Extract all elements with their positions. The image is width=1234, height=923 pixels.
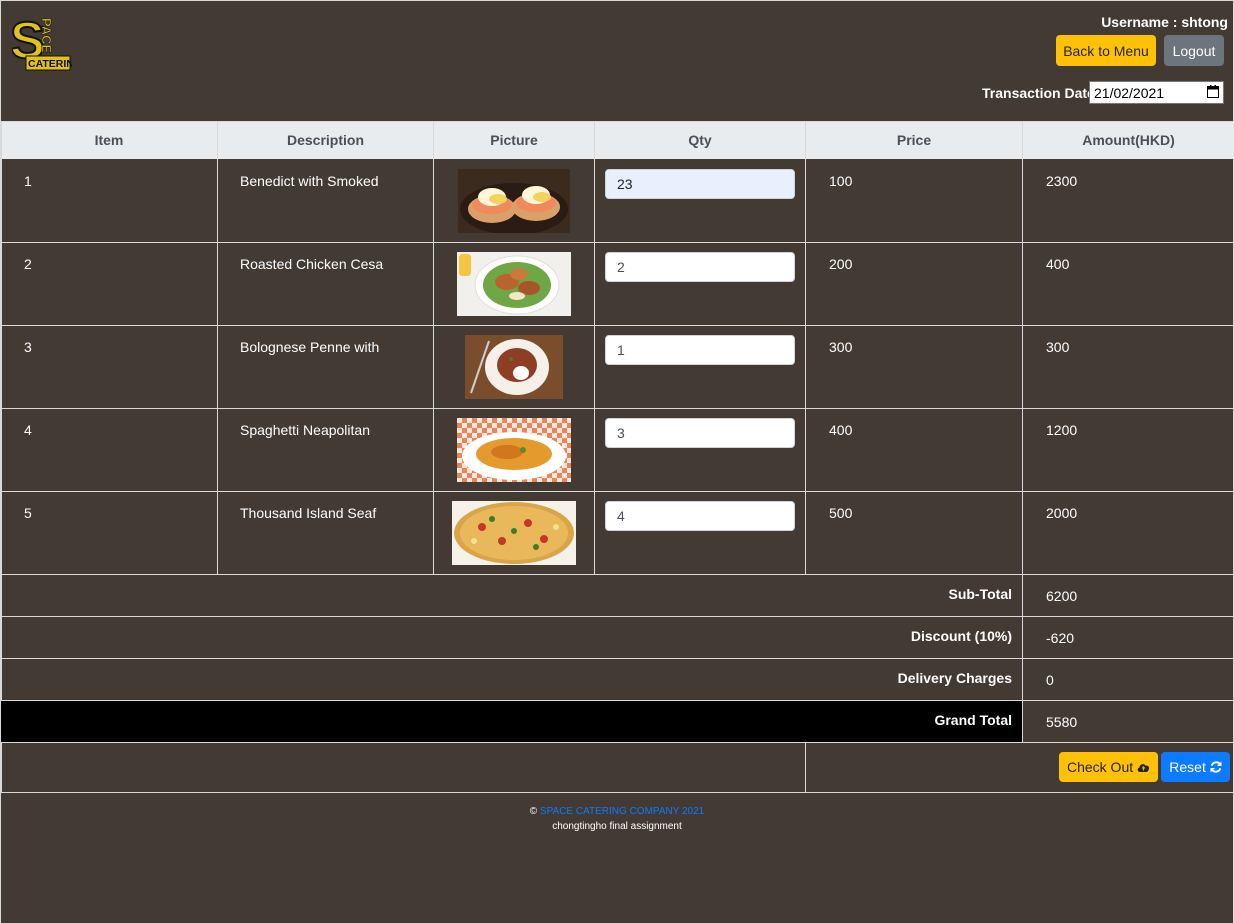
item-description: Benedict with Smoked xyxy=(240,173,379,189)
grid-line xyxy=(1,325,1234,326)
item-number: 3 xyxy=(24,339,32,355)
item-number: 5 xyxy=(24,505,32,521)
item-price: 200 xyxy=(829,256,853,272)
grid-line xyxy=(1,742,1234,743)
company-link[interactable]: SPACE CATERING COMPANY 2021 xyxy=(540,806,704,817)
reset-button[interactable]: Reset xyxy=(1161,752,1230,782)
qty-input[interactable] xyxy=(605,418,795,448)
item-description: Spaghetti Neapolitan xyxy=(240,422,370,438)
grid-line xyxy=(805,121,806,574)
grid-line xyxy=(805,742,806,792)
item-amount: 400 xyxy=(1046,256,1070,272)
item-amount: 300 xyxy=(1046,339,1070,355)
cloud-upload-icon xyxy=(1137,764,1150,772)
grid-line xyxy=(594,121,595,574)
grid-line xyxy=(1,792,1234,793)
grid-line xyxy=(1,121,1234,122)
username-label: Username : shtong xyxy=(1101,14,1228,30)
item-description: Bolognese Penne with xyxy=(240,339,380,355)
transaction-date-input[interactable]: 21/02/2021 xyxy=(1089,81,1224,104)
grid-line xyxy=(1,121,2,792)
delivery-charges-label: Delivery Charges xyxy=(897,670,1012,686)
item-description: Thousand Island Seaf xyxy=(240,505,377,521)
check-out-label: Check Out xyxy=(1066,759,1134,775)
item-amount: 1200 xyxy=(1046,422,1078,438)
grid-line xyxy=(1,408,1234,409)
svg-text:PACE: PACE xyxy=(39,18,54,53)
refresh-icon xyxy=(1210,761,1222,773)
calendar-icon[interactable] xyxy=(1207,85,1219,98)
grid-line xyxy=(1,491,1234,492)
space-catering-logo: S PACE CATERING xyxy=(12,10,72,74)
copyright-symbol: © xyxy=(529,806,538,817)
spaghetti-photo xyxy=(457,418,571,482)
item-amount: 2300 xyxy=(1046,173,1078,189)
grand-total-band xyxy=(1,701,1022,742)
transaction-date-value: 21/02/2021 xyxy=(1094,85,1165,101)
grid-line xyxy=(1,658,1234,659)
check-out-button[interactable]: Check Out xyxy=(1059,752,1158,782)
bolognese-penne-photo xyxy=(465,335,563,399)
col-header-price: Price xyxy=(896,132,932,148)
item-price: 400 xyxy=(829,422,853,438)
item-price: 100 xyxy=(829,173,853,189)
item-price: 500 xyxy=(829,505,853,521)
col-header-description: Description xyxy=(286,132,364,148)
item-amount: 2000 xyxy=(1046,505,1078,521)
qty-input[interactable] xyxy=(605,169,795,199)
col-header-picture: Picture xyxy=(490,132,538,148)
item-description: Roasted Chicken Cesa xyxy=(240,256,384,272)
delivery-charges-value: 0 xyxy=(1046,672,1054,688)
eggs-benedict-photo xyxy=(458,169,570,233)
seafood-pizza-photo xyxy=(452,501,576,565)
col-header-qty: Qty xyxy=(688,132,712,148)
subtotal-label: Sub-Total xyxy=(948,586,1012,602)
grand-total-value: 5580 xyxy=(1046,714,1078,730)
grid-line xyxy=(1,574,1234,575)
transaction-date-label: Transaction Date : xyxy=(982,85,1104,101)
footer-note: chongtingho final assignment xyxy=(552,821,682,832)
discount-value: -620 xyxy=(1046,630,1075,646)
grid-line xyxy=(1,242,1234,243)
chicken-caesar-photo xyxy=(457,252,571,316)
svg-text:CATERING: CATERING xyxy=(28,58,72,70)
item-price: 300 xyxy=(829,339,853,355)
item-number: 2 xyxy=(24,256,32,272)
item-number: 4 xyxy=(24,422,32,438)
qty-input[interactable] xyxy=(605,501,795,531)
col-header-item: Item xyxy=(94,132,124,148)
subtotal-value: 6200 xyxy=(1046,588,1078,604)
grid-line xyxy=(1022,121,1023,742)
back-to-menu-button[interactable]: Back to Menu xyxy=(1056,35,1156,66)
item-number: 1 xyxy=(24,173,32,189)
col-header-amount: Amount(HKD) xyxy=(1082,132,1175,148)
footer-copyright: © SPACE CATERING COMPANY 2021 xyxy=(0,806,1234,817)
qty-input[interactable] xyxy=(605,252,795,282)
discount-label: Discount (10%) xyxy=(910,628,1012,644)
qty-input[interactable] xyxy=(605,335,795,365)
logout-button[interactable]: Logout xyxy=(1164,35,1224,66)
grid-line xyxy=(1,616,1234,617)
grid-line xyxy=(217,121,218,574)
grid-line xyxy=(433,121,434,574)
grand-total-label: Grand Total xyxy=(934,712,1012,728)
reset-label: Reset xyxy=(1169,759,1206,775)
